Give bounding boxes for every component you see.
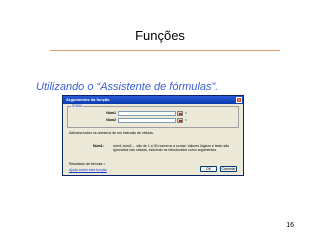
ok-button[interactable]: OK [200, 166, 217, 172]
dialog-titlebar[interactable]: Argumentos da função × [63, 96, 243, 104]
range-select-icon [179, 120, 182, 122]
argument-row-num2: Núm2 = [68, 118, 238, 123]
collapse-dialog-button[interactable] [177, 118, 183, 123]
num1-input[interactable] [118, 111, 176, 116]
function-arguments-dialog: Argumentos da função × SOMA Núm1 = Núm2 … [62, 95, 244, 176]
function-description: Adiciona todos os números de um interval… [69, 131, 154, 135]
page-number: 16 [286, 222, 294, 229]
slide-title: Funções [135, 28, 185, 43]
title-divider [50, 50, 280, 51]
argument-label: Núm1 [106, 111, 116, 115]
argument-row-num1: Núm1 = [68, 111, 238, 116]
argument-label: Núm2 [106, 118, 116, 122]
slide-subtitle: Utilizando o “Assistente de fórmulas”. [36, 81, 219, 93]
cancel-button[interactable]: Cancelar [220, 166, 237, 172]
range-select-icon [179, 113, 182, 115]
formula-result: Resultado da fórmula = [69, 162, 106, 166]
function-name-label: SOMA [71, 104, 84, 108]
close-button[interactable]: × [236, 97, 242, 103]
help-link[interactable]: Ajuda sobre esta função [69, 168, 107, 172]
argument-hint-label: Núm1: [93, 144, 104, 148]
argument-result: = [185, 111, 188, 115]
num2-input[interactable] [118, 118, 176, 123]
collapse-dialog-button[interactable] [177, 111, 183, 116]
argument-result: = [185, 118, 188, 122]
close-icon: × [237, 97, 241, 102]
arguments-group: SOMA Núm1 = Núm2 = [67, 104, 239, 128]
dialog-title: Argumentos da função [66, 97, 110, 102]
argument-hint-text: núm1;núm2;... são de 1 a 30 números a so… [113, 144, 230, 152]
